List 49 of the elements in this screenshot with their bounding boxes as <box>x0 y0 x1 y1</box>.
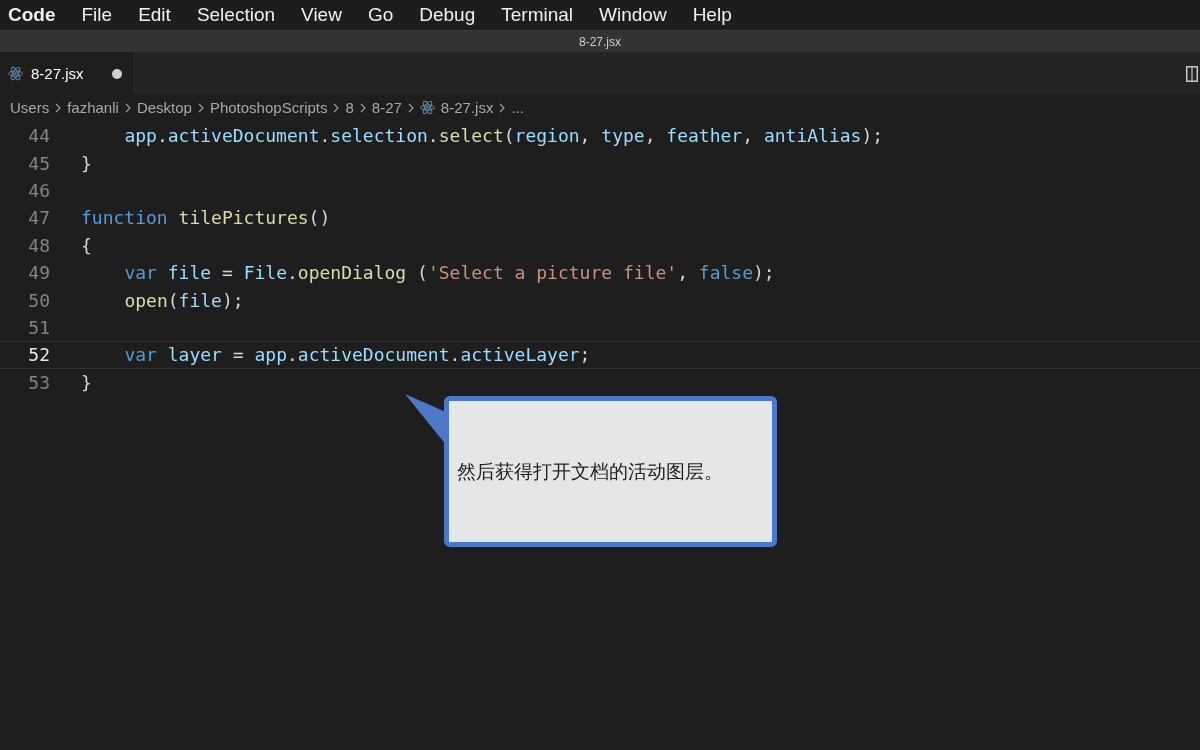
window-title: 8-27.jsx <box>579 34 621 49</box>
line-number: 47 <box>27 207 50 229</box>
breadcrumb-item[interactable]: 8-27.jsx <box>440 99 494 116</box>
code-line: { <box>81 234 92 256</box>
line-number: 44 <box>27 125 50 147</box>
code-line: app.activeDocument.selection.select(region, type, feather, antiAlias); <box>124 125 884 147</box>
editor-tab[interactable]: 8-27.jsx <box>0 52 133 95</box>
code-line: function tilePictures() <box>81 207 331 229</box>
code-line: } <box>81 152 92 174</box>
chevron-icon <box>359 102 366 113</box>
chevron-icon <box>407 102 414 113</box>
menu-item[interactable]: Terminal <box>501 4 574 26</box>
chevron-icon <box>124 102 131 113</box>
split-editor-icon[interactable] <box>1186 65 1198 82</box>
atom-icon <box>419 100 435 115</box>
breadcrumb-item[interactable]: 8 <box>345 99 354 116</box>
breadcrumb-item[interactable]: 8-27 <box>371 99 402 116</box>
line-number: 51 <box>27 316 50 338</box>
code-line: } <box>81 371 92 393</box>
breadcrumb-item[interactable]: ... <box>511 99 524 116</box>
code-line: var layer = app.activeDocument.activeLayer; <box>124 344 591 366</box>
breadcrumb-item[interactable]: PhotoshopScripts <box>209 99 328 116</box>
chevron-icon <box>333 102 340 113</box>
menu-item[interactable]: Window <box>599 4 667 26</box>
menu-item[interactable]: Selection <box>196 4 276 26</box>
atom-icon <box>8 66 23 81</box>
code-line: open(file); <box>124 289 244 311</box>
breadcrumb-item[interactable]: Users <box>10 99 50 116</box>
line-number: 49 <box>27 262 50 284</box>
code-line: var file = File.openDialog ('Select a picture file', false); <box>124 262 775 284</box>
line-number: 50 <box>27 289 50 311</box>
line-number: 53 <box>27 371 50 393</box>
menu-item[interactable]: Help <box>692 4 732 26</box>
callout: 然后获得打开文档的活动图层。 <box>444 396 777 547</box>
chevron-icon <box>499 102 506 113</box>
menu-item[interactable]: File <box>81 4 113 26</box>
breadcrumb-item[interactable]: Desktop <box>136 99 192 116</box>
line-number: 52 <box>0 341 50 369</box>
line-number: 46 <box>27 179 50 201</box>
menu-item[interactable]: View <box>301 4 342 26</box>
app-menu[interactable]: Code <box>8 4 56 26</box>
line-number: 45 <box>27 152 50 174</box>
menu-item[interactable]: Go <box>367 4 394 26</box>
chevron-icon <box>197 102 204 113</box>
line-number: 48 <box>27 234 50 256</box>
menu-item[interactable]: Edit <box>138 4 171 26</box>
menu-item[interactable]: Debug <box>419 4 476 26</box>
breadcrumb-item[interactable]: fazhanli <box>67 99 119 116</box>
chevron-icon <box>55 102 62 113</box>
